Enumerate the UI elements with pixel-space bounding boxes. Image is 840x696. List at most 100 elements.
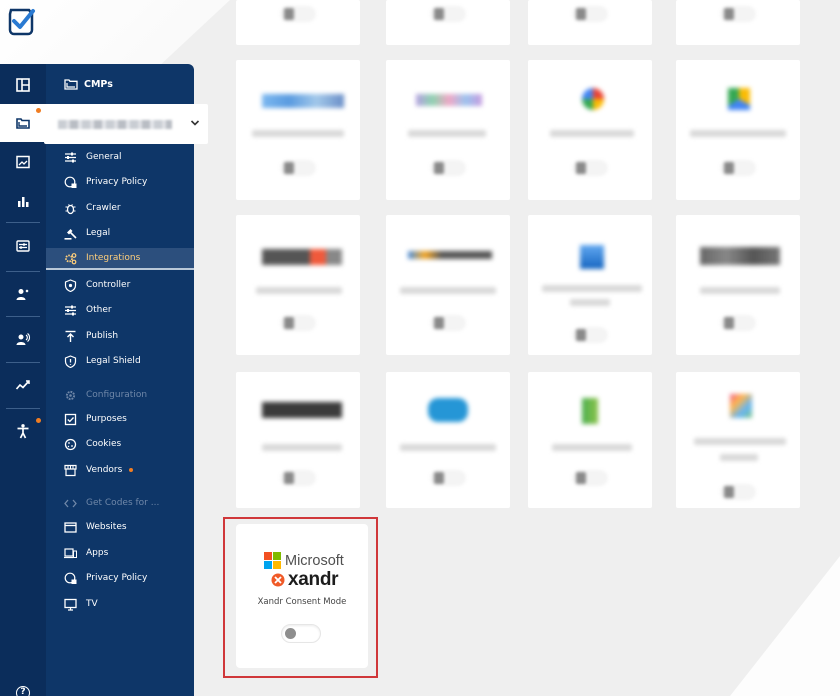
integration-card[interactable] bbox=[676, 372, 800, 508]
integration-name: Xandr Consent Mode bbox=[257, 597, 347, 607]
card-toggle[interactable] bbox=[430, 6, 466, 22]
checkbox-icon bbox=[64, 413, 77, 425]
sliders-icon bbox=[16, 240, 30, 252]
background-shape bbox=[730, 556, 840, 696]
rail-dashboard[interactable] bbox=[0, 66, 46, 104]
menu-item-legal-shield[interactable]: Legal Shield bbox=[46, 350, 194, 372]
menu-item-websites[interactable]: Websites bbox=[46, 516, 194, 538]
cmp-selector[interactable] bbox=[44, 104, 208, 144]
integration-name bbox=[694, 438, 786, 445]
microsoft-logo: Microsoft bbox=[264, 552, 344, 569]
menu-item-crawler[interactable]: Crawler bbox=[46, 197, 194, 219]
card-toggle[interactable] bbox=[720, 484, 756, 500]
integration-name bbox=[690, 130, 786, 137]
integration-name bbox=[408, 130, 486, 137]
integration-card[interactable] bbox=[236, 60, 360, 200]
chevron-down-icon bbox=[190, 120, 200, 126]
card-toggle[interactable] bbox=[720, 6, 756, 22]
menu-item-apps[interactable]: Apps bbox=[46, 542, 194, 564]
integration-card[interactable] bbox=[386, 372, 510, 508]
code-icon bbox=[64, 499, 77, 507]
integration-logo bbox=[728, 88, 750, 110]
card-toggle[interactable] bbox=[430, 470, 466, 486]
menu-item-legal[interactable]: Legal bbox=[46, 222, 194, 244]
menu-item-label: Privacy Policy bbox=[86, 573, 148, 583]
menu-item-purposes[interactable]: Purposes bbox=[46, 408, 194, 430]
integration-name bbox=[256, 287, 342, 294]
menu-item-label: Vendors bbox=[86, 465, 123, 475]
card-toggle[interactable] bbox=[572, 327, 608, 343]
section-configuration: Configuration bbox=[46, 384, 194, 406]
card-toggle[interactable] bbox=[280, 470, 316, 486]
rail-trends[interactable] bbox=[0, 366, 46, 404]
card-toggle[interactable] bbox=[280, 315, 316, 331]
publish-icon bbox=[65, 330, 76, 342]
bug-icon bbox=[65, 203, 76, 214]
menu-item-publish[interactable]: Publish bbox=[46, 325, 194, 347]
help-icon[interactable]: ? bbox=[16, 686, 30, 696]
panel-title: CMPs bbox=[64, 78, 113, 90]
integration-card[interactable] bbox=[528, 60, 652, 200]
card-toggle[interactable] bbox=[572, 470, 608, 486]
integration-card[interactable] bbox=[528, 0, 652, 45]
gear-icon bbox=[65, 390, 76, 400]
card-toggle[interactable] bbox=[572, 160, 608, 176]
card-toggle[interactable] bbox=[430, 160, 466, 176]
integration-card[interactable] bbox=[236, 215, 360, 355]
rail-images[interactable] bbox=[0, 143, 46, 181]
menu-item-label: Controller bbox=[86, 280, 131, 290]
gavel-icon bbox=[64, 228, 77, 240]
rail-analytics[interactable] bbox=[0, 182, 46, 220]
rail-divider bbox=[6, 408, 40, 409]
integration-card[interactable] bbox=[676, 0, 800, 45]
integration-card[interactable] bbox=[528, 372, 652, 508]
integration-card[interactable] bbox=[386, 60, 510, 200]
menu-item-privacy-policy-code[interactable]: Privacy Policy bbox=[46, 567, 194, 589]
app-logo[interactable] bbox=[5, 6, 37, 38]
devices-icon bbox=[64, 547, 77, 558]
sliders-icon bbox=[65, 305, 76, 315]
card-toggle[interactable] bbox=[720, 160, 756, 176]
integration-card[interactable] bbox=[386, 215, 510, 355]
menu-item-label: Integrations bbox=[86, 253, 141, 263]
integration-logo bbox=[262, 402, 342, 418]
card-toggle[interactable] bbox=[430, 315, 466, 331]
menu-item-privacy-policy[interactable]: Privacy Policy bbox=[46, 171, 194, 193]
browser-window-icon bbox=[64, 521, 77, 533]
rail-users[interactable] bbox=[0, 275, 46, 313]
menu-item-cookies[interactable]: Cookies bbox=[46, 433, 194, 455]
xandr-wordmark: xandr bbox=[288, 569, 339, 590]
integration-logo bbox=[730, 394, 752, 418]
menu-item-tv[interactable]: TV bbox=[46, 593, 194, 615]
section-label: Get Codes for ... bbox=[86, 498, 160, 508]
menu-item-vendors[interactable]: Vendors bbox=[46, 459, 194, 481]
menu-item-other[interactable]: Other bbox=[46, 299, 194, 321]
integration-card[interactable] bbox=[236, 372, 360, 508]
card-toggle[interactable] bbox=[720, 315, 756, 331]
rail-settings[interactable] bbox=[0, 227, 46, 265]
card-toggle[interactable] bbox=[280, 6, 316, 22]
integration-name bbox=[262, 444, 342, 451]
integration-logo bbox=[580, 245, 604, 269]
integration-card[interactable] bbox=[676, 215, 800, 355]
menu-item-label: General bbox=[86, 152, 122, 162]
card-toggle[interactable] bbox=[280, 160, 316, 176]
integration-card[interactable] bbox=[386, 0, 510, 45]
integration-card[interactable] bbox=[676, 60, 800, 200]
menu-item-label: Other bbox=[86, 305, 112, 315]
menu-item-label: Crawler bbox=[86, 203, 121, 213]
integration-card[interactable] bbox=[528, 215, 652, 355]
xandr-consent-toggle[interactable] bbox=[281, 624, 321, 643]
globe-lock-icon bbox=[64, 572, 77, 584]
integration-name bbox=[400, 287, 496, 294]
menu-item-integrations[interactable]: Integrations bbox=[46, 248, 194, 270]
rail-voice[interactable] bbox=[0, 320, 46, 358]
menu-item-label: Legal Shield bbox=[86, 356, 141, 366]
xandr-integration-card[interactable]: Microsoft xandr Xandr Consent Mode bbox=[236, 524, 368, 668]
card-toggle[interactable] bbox=[572, 6, 608, 22]
integration-logo bbox=[408, 251, 492, 259]
integration-logo bbox=[262, 94, 344, 108]
menu-item-controller[interactable]: Controller bbox=[46, 274, 194, 296]
menu-item-general[interactable]: General bbox=[46, 146, 194, 168]
integration-card[interactable] bbox=[236, 0, 360, 45]
